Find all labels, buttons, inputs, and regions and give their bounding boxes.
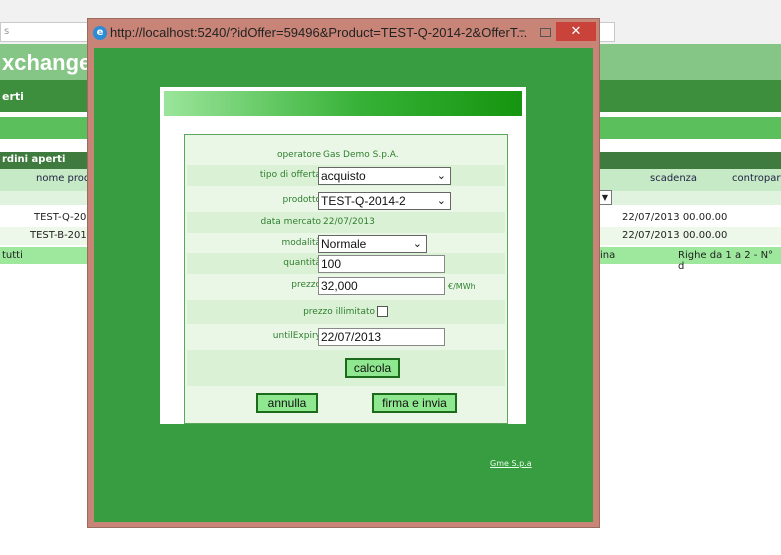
- filter-all-link[interactable]: tutti: [2, 250, 23, 261]
- row-offer-type: tipo di offerta acquisto ⌄: [187, 165, 505, 186]
- offer-type-select[interactable]: acquisto ⌄: [318, 167, 451, 185]
- panel-header: [164, 91, 522, 116]
- row-product: TEST-B-201: [30, 230, 87, 241]
- product-select[interactable]: TEST-Q-2014-2 ⌄: [318, 192, 451, 210]
- row-actions: annulla firma e invia: [187, 387, 505, 420]
- column-header-expiry[interactable]: scadenza: [650, 173, 697, 184]
- ie-icon: e: [93, 26, 107, 40]
- offer-form: operatore Gas Demo S.p.A. tipo di offert…: [184, 134, 508, 424]
- window-titlebar[interactable]: e http://localhost:5240/?idOffer=59496&P…: [88, 19, 599, 47]
- product-label: prodotto: [282, 195, 321, 205]
- offer-type-value: acquisto: [321, 169, 366, 183]
- minimize-button[interactable]: –: [512, 23, 532, 41]
- unlimited-price-label: prezzo illimitato: [303, 307, 375, 317]
- maximize-button[interactable]: [535, 23, 555, 41]
- chevron-down-icon: ▼: [601, 193, 609, 202]
- gme-link[interactable]: Gme S.p.a: [490, 459, 532, 468]
- page-label: ina: [600, 250, 616, 261]
- app-title: xchange: [2, 50, 92, 75]
- row-mode: modalità Normale ⌄: [187, 233, 505, 254]
- row-quantity: quantità 100: [187, 253, 505, 274]
- column-header-counterpart[interactable]: contropart: [732, 173, 781, 184]
- cancel-button[interactable]: annulla: [256, 393, 318, 413]
- price-input[interactable]: 32,000: [318, 277, 445, 295]
- row-operator: operatore Gas Demo S.p.A.: [187, 145, 505, 166]
- price-unit: €/MWh: [448, 282, 476, 291]
- quantity-input[interactable]: 100: [318, 255, 445, 273]
- row-product: prodotto TEST-Q-2014-2 ⌄: [187, 190, 505, 211]
- product-value: TEST-Q-2014-2: [321, 194, 406, 208]
- quantity-label: quantità: [283, 258, 321, 268]
- row-unlimited-price: prezzo illimitato: [187, 300, 505, 324]
- grid-title: rdini aperti: [2, 154, 66, 165]
- row-price: prezzo 32,000 €/MWh: [187, 275, 505, 296]
- calculate-button[interactable]: calcola: [345, 358, 400, 378]
- row-expiry: 22/07/2013 00.00.00: [622, 212, 728, 223]
- market-date-value: 22/07/2013: [323, 217, 375, 227]
- sign-send-button[interactable]: firma e invia: [372, 393, 457, 413]
- toolbar-strip-left: [0, 117, 100, 139]
- chevron-down-icon: ⌄: [436, 195, 446, 207]
- maximize-icon: [539, 28, 551, 37]
- operator-label: operatore: [276, 150, 321, 160]
- chevron-down-icon: ⌄: [412, 238, 422, 250]
- close-button[interactable]: ✕: [556, 22, 596, 41]
- until-expiry-label: untilExpiry: [272, 331, 321, 341]
- unlimited-price-checkbox[interactable]: [377, 306, 388, 317]
- chevron-down-icon: ⌄: [436, 170, 446, 182]
- nav-item-open[interactable]: erti: [2, 90, 24, 103]
- mode-select[interactable]: Normale ⌄: [318, 235, 427, 253]
- window-content: operatore Gas Demo S.p.A. tipo di offert…: [94, 48, 593, 522]
- price-label: prezzo: [291, 280, 321, 290]
- row-range-text: Righe da 1 a 2 - N° d: [678, 250, 774, 272]
- popup-window: e http://localhost:5240/?idOffer=59496&P…: [87, 18, 600, 528]
- row-expiry: 22/07/2013 00.00.00: [622, 230, 728, 241]
- toolbar-strip-right: [600, 117, 781, 139]
- operator-value: Gas Demo S.p.A.: [323, 150, 399, 160]
- row-market-date: data mercato 22/07/2013: [187, 212, 505, 233]
- mode-label: modalità: [281, 238, 321, 248]
- mode-value: Normale: [321, 237, 367, 251]
- row-product: TEST-Q-20: [34, 212, 87, 223]
- window-url: http://localhost:5240/?idOffer=59496&Pro…: [110, 25, 528, 40]
- market-date-label: data mercato: [260, 217, 321, 227]
- until-expiry-input[interactable]: 22/07/2013: [318, 328, 445, 346]
- row-until-expiry: untilExpiry 22/07/2013: [187, 326, 505, 347]
- offer-type-label: tipo di offerta: [259, 170, 321, 180]
- filter-dropdown[interactable]: ▼: [598, 190, 612, 205]
- offer-panel: operatore Gas Demo S.p.A. tipo di offert…: [160, 87, 526, 424]
- row-calculate: calcola: [187, 350, 505, 386]
- column-header-product[interactable]: nome prod: [36, 173, 90, 184]
